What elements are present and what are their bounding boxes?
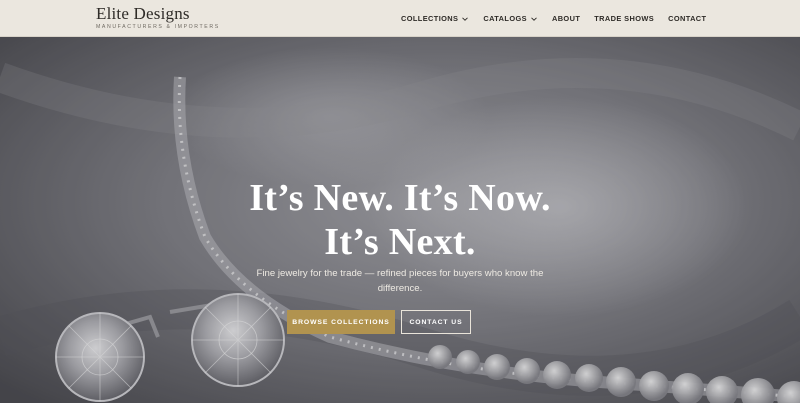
chevron-down-icon (462, 16, 469, 21)
nav-item-collections[interactable]: COLLECTIONS (401, 14, 469, 23)
site-header: Elite Designs MANUFACTURERS & IMPORTERS … (0, 0, 800, 37)
brand-name: Elite Designs (96, 4, 190, 23)
hero-headline-line2: It’s Next. (324, 221, 476, 263)
brand-tagline: MANUFACTURERS & IMPORTERS (96, 24, 220, 30)
nav-item-catalogs[interactable]: CATALOGS (483, 14, 538, 23)
contact-us-button[interactable]: CONTACT US (401, 310, 471, 334)
hero-headline-line1: It’s New. It’s Now. (249, 177, 551, 219)
nav-item-contact[interactable]: CONTACT (668, 14, 706, 23)
nav-item-trade-shows[interactable]: TRADE SHOWS (594, 14, 654, 23)
nav-item-label: CATALOGS (483, 14, 527, 23)
nav-item-label: COLLECTIONS (401, 14, 459, 23)
hero-section: It’s New. It’s Now. It’s Next. Fine jewe… (0, 37, 800, 403)
nav-item-about[interactable]: ABOUT (552, 14, 580, 23)
hero-subtext: Fine jewelry for the trade — refined pie… (256, 268, 544, 294)
brand-logo[interactable]: Elite Designs MANUFACTURERS & IMPORTERS (96, 4, 220, 31)
main-nav: COLLECTIONS CATALOGS ABOUT TRADE SHOWS C… (401, 0, 720, 37)
chevron-down-icon (531, 16, 537, 21)
browse-collections-button[interactable]: BROWSE COLLECTIONS (287, 310, 395, 334)
